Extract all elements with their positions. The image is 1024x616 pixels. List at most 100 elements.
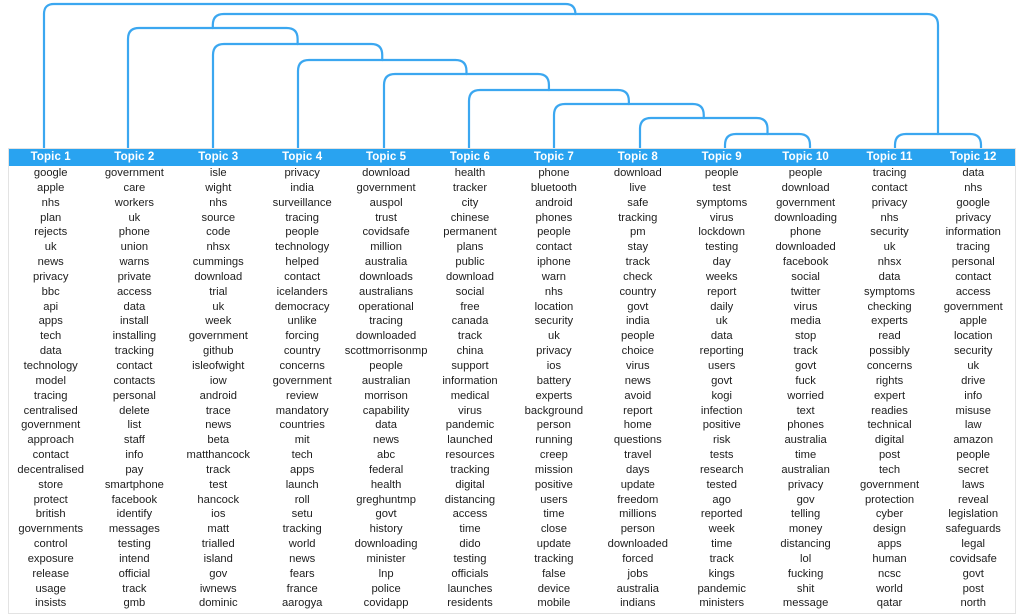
topic-term-cell: cummings [192,256,244,269]
topic-term-cell: contacts [113,374,156,387]
table-row: apps install week unlike tracing canada securi… [9,314,1016,329]
topic-term-cell: close [540,523,567,536]
topic-term-cell: exposure [27,552,74,565]
topic-term-cell: covidapp [363,597,409,610]
topic-term-cell: questions [613,434,662,447]
topic-term-cell: unlike [287,315,317,328]
topic-term-cell: usage [35,582,66,595]
topic-column-header[interactable]: Topic 11 [847,148,932,166]
topic-term-cell: google [956,196,991,209]
topic-column-header[interactable]: Topic 1 [8,148,93,166]
topic-term-cell: digital [874,434,905,447]
topic-term-cell: govt [962,567,984,580]
topic-column-header[interactable]: Topic 5 [344,148,429,166]
topic-column-header[interactable]: Topic 4 [260,148,345,166]
topic-term-cell: report [623,404,653,417]
topic-term-cell: data [962,167,985,179]
topic-term-cell: post [878,449,901,462]
topic-term-cell: private [117,270,152,283]
topic-term-cell: wight [205,181,232,194]
topic-column-header[interactable]: Topic 3 [176,148,261,166]
table-row: nhs workers nhs surveillance auspol city andro… [9,196,1016,211]
dendrogram-svg [42,2,983,150]
topic-term-cell: mobile [537,597,571,610]
topic-term-cell: north [960,597,986,610]
topic-term-cell: reporting [699,345,744,358]
topic-term-cell: android [199,389,237,402]
topic-term-cell: apps [290,463,315,476]
topic-term-cell: free [460,300,480,313]
topic-column-header[interactable]: Topic 9 [679,148,764,166]
topic-term-cell: positive [534,478,573,491]
topic-term-cell: news [289,552,316,565]
topic-term-cell: bluetooth [530,181,577,194]
topic-term-cell: tracing [956,241,991,254]
topic-term-cell: australia [784,434,827,447]
topic-term-cell: tests [709,449,734,462]
topic-term-cell: laws [962,478,985,491]
topic-term-cell: trialled [201,538,235,551]
topic-term-cell: care [123,181,146,194]
topic-column-header[interactable]: Topic 2 [92,148,177,166]
topic-term-cell: news [37,256,64,269]
topic-term-cell: delete [119,404,150,417]
topic-term-cell: store [38,478,64,491]
topic-term-cell: distancing [780,538,831,551]
topic-term-cell: downloaded [355,330,417,343]
topic-term-cell: public [455,256,485,269]
topic-term-cell: reported [700,508,743,521]
topic-term-cell: govt [795,359,817,372]
topic-column-header[interactable]: Topic 12 [931,148,1016,166]
topic-term-cell: resources [445,449,495,462]
topic-term-cell: iphone [537,256,571,269]
topic-term-cell: google [33,167,68,179]
topic-term-cell: concerns [866,359,913,372]
topic-term-cell: protect [33,493,68,506]
topic-term-cell: government [21,419,81,432]
topic-term-cell: background [524,404,584,417]
topic-term-cell: apple [959,315,987,328]
topic-column-header[interactable]: Topic 8 [595,148,680,166]
topic-term-cell: privacy [955,211,991,224]
topic-term-cell: australians [359,285,414,298]
topic-term-cell: week [205,315,232,328]
topic-term-cell: data [878,270,901,283]
topic-term-cell: contact [871,181,908,194]
topic-column-header[interactable]: Topic 10 [763,148,848,166]
topic-term-cell: safe [627,196,649,209]
topic-term-cell: rights [875,374,904,387]
topic-term-cell: surveillance [272,196,332,209]
topic-term-cell: security [534,315,574,328]
topic-term-cell: roll [294,493,310,506]
dendrogram-link [893,132,983,150]
topic-term-cell: track [793,345,818,358]
topic-term-cell: tracing [285,211,319,224]
topic-term-cell: govt [375,508,397,521]
topic-term-cell: update [536,538,571,551]
topic-term-cell: virus [625,359,650,372]
topic-column-header[interactable]: Topic 6 [428,148,512,166]
topic-term-cell: expert [873,389,906,402]
table-row: usage track iwnews france police launches devi… [9,582,1016,597]
topic-term-cell: tracking [114,345,154,358]
table-header: Topic 1 Topic 2 Topic 3 Topic 4 Topic 5 Topic… [8,148,1016,166]
topic-column-header[interactable]: Topic 7 [511,148,596,166]
topic-term-cell: download [362,167,411,179]
topic-term-cell: post [962,582,984,595]
topic-term-cell: data [375,419,397,432]
topic-term-cell: amazon [953,434,994,447]
topic-term-cell: downloaded [775,241,836,254]
topic-term-cell: nhs [41,196,60,209]
topic-term-cell: abc [377,449,396,462]
topic-term-cell: greghuntmp [356,493,416,506]
topic-term-cell: install [120,315,149,328]
topic-term-cell: contact [116,359,153,372]
topic-term-cell: health [454,167,486,179]
topic-term-cell: time [543,508,565,521]
topic-term-cell: people [956,449,991,462]
topic-term-cell: misuse [955,404,991,417]
topic-term-cell: france [286,582,318,595]
topic-term-cell: legal [961,538,986,551]
topic-term-cell: china [456,345,484,358]
topic-term-cell: india [625,315,650,328]
